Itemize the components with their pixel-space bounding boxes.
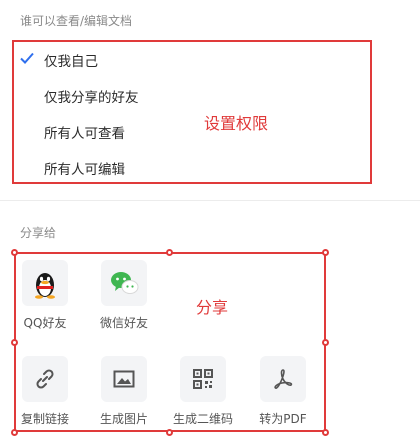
section-divider [0, 200, 420, 201]
annotation-handle [166, 429, 173, 436]
annotation-handle [11, 339, 18, 346]
share-panel: 谁可以查看/编辑文档 仅我自己 仅我分享的好友 所有人可查看 所有人可编辑 设置… [0, 0, 420, 448]
annotation-handle [322, 429, 329, 436]
permission-section-title: 谁可以查看/编辑文档 [20, 14, 133, 28]
permission-annotation-box [12, 40, 372, 184]
annotation-handle [322, 339, 329, 346]
share-section-title: 分享给 [20, 226, 57, 240]
share-annotation-label: 分享 [196, 298, 229, 317]
annotation-handle [166, 249, 173, 256]
annotation-handle [322, 249, 329, 256]
share-annotation-box [14, 252, 326, 432]
permission-annotation-label: 设置权限 [204, 114, 269, 133]
annotation-handle [11, 249, 18, 256]
annotation-handle [11, 429, 18, 436]
